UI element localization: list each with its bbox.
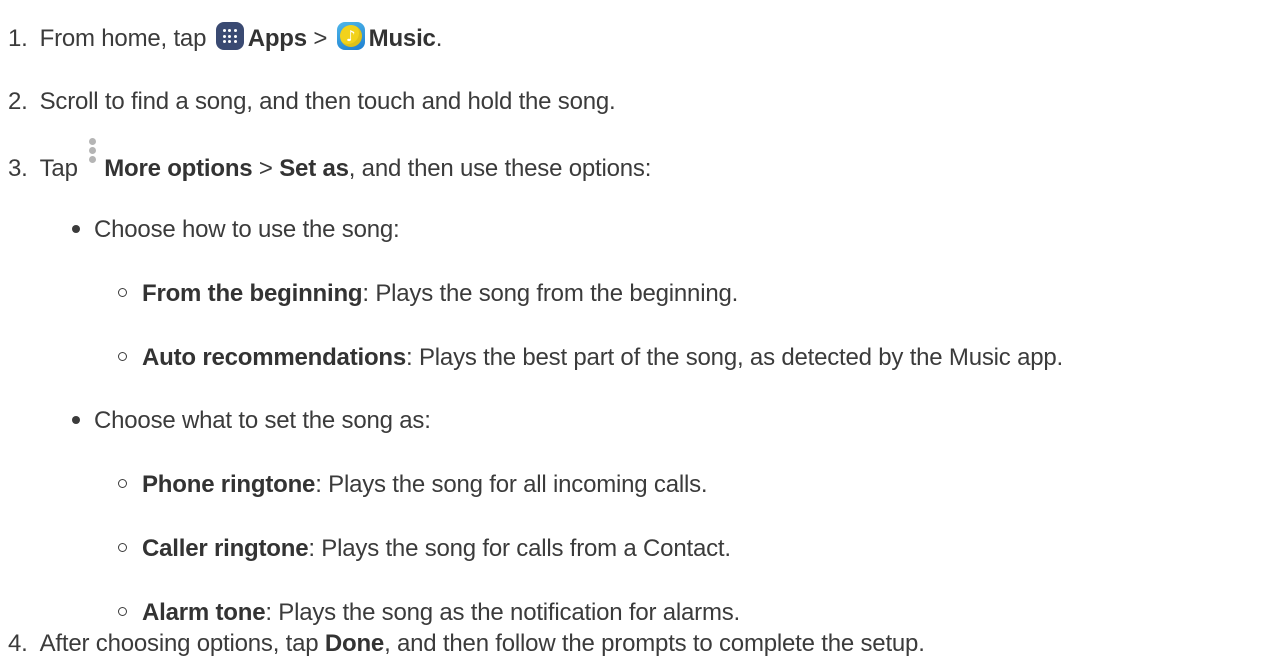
circle-bullet-icon [118,288,127,298]
step-number: 2. [8,88,28,115]
option-term: Phone ringtone [142,471,316,498]
bullet-text: Choose what to set the song as: [94,407,431,434]
option-term: From the beginning [142,280,363,307]
option-desc: : Plays the song for all incoming calls. [315,471,708,498]
circle-bullet-icon [118,352,127,362]
option-desc: : Plays the best part of the song, as de… [406,344,1063,371]
bullet-item: Choose how to use the song: [72,214,400,246]
circle-bullet-icon [118,543,127,553]
option-desc: : Plays the song from the beginning. [362,280,739,307]
sub-bullet-item: Phone ringtone: Plays the song for all i… [118,469,708,501]
option-desc: : Plays the song as the notification for… [265,599,741,626]
step-text: From home, tap [39,25,207,52]
circle-bullet-icon [118,479,127,489]
step-text-after: . [435,25,443,52]
done-label: Done [324,630,385,657]
option-desc: : Plays the song for calls from a Contac… [308,535,731,562]
step-3: 3. Tap More options > Set as, and then us… [8,138,652,182]
bullet-text: Choose how to use the song: [94,216,400,243]
step-text: After choosing options, tap [39,630,319,657]
separator: > [252,155,280,182]
more-options-label: More options [104,155,253,182]
sub-bullet-item: Caller ringtone: Plays the song for call… [118,533,731,565]
music-label: Music [368,25,436,52]
step-number: 3. [8,155,28,182]
separator: > [306,25,334,52]
step-1: 1. From home, tap Apps > ♪ Music. [8,22,442,54]
step-text: Tap [39,155,78,182]
option-term: Caller ringtone [142,535,309,562]
apps-label: Apps [247,25,307,52]
sub-bullet-item: Auto recommendations: Plays the best par… [118,342,1063,374]
music-icon: ♪ [336,22,365,50]
set-as-label: Set as [279,155,349,182]
step-number: 4. [8,630,28,657]
sub-bullet-item: Alarm tone: Plays the song as the notifi… [118,597,740,629]
bullet-icon [72,224,80,233]
apps-icon [215,22,244,50]
circle-bullet-icon [118,607,127,617]
bullet-item: Choose what to set the song as: [72,405,431,437]
bullet-icon [72,415,80,424]
sub-bullet-item: From the beginning: Plays the song from … [118,278,738,310]
option-term: Alarm tone [142,599,266,626]
step-2: 2. Scroll to find a song, and then touch … [8,86,616,118]
step-text-after: , and then follow the prompts to complet… [384,630,925,657]
step-text: Scroll to find a song, and then touch an… [39,88,616,115]
option-term: Auto recommendations [142,344,407,371]
more-options-icon [87,138,99,178]
step-4: 4. After choosing options, tap Done, and … [8,628,925,659]
step-text-after: , and then use these options: [348,155,652,182]
step-number: 1. [8,25,28,52]
